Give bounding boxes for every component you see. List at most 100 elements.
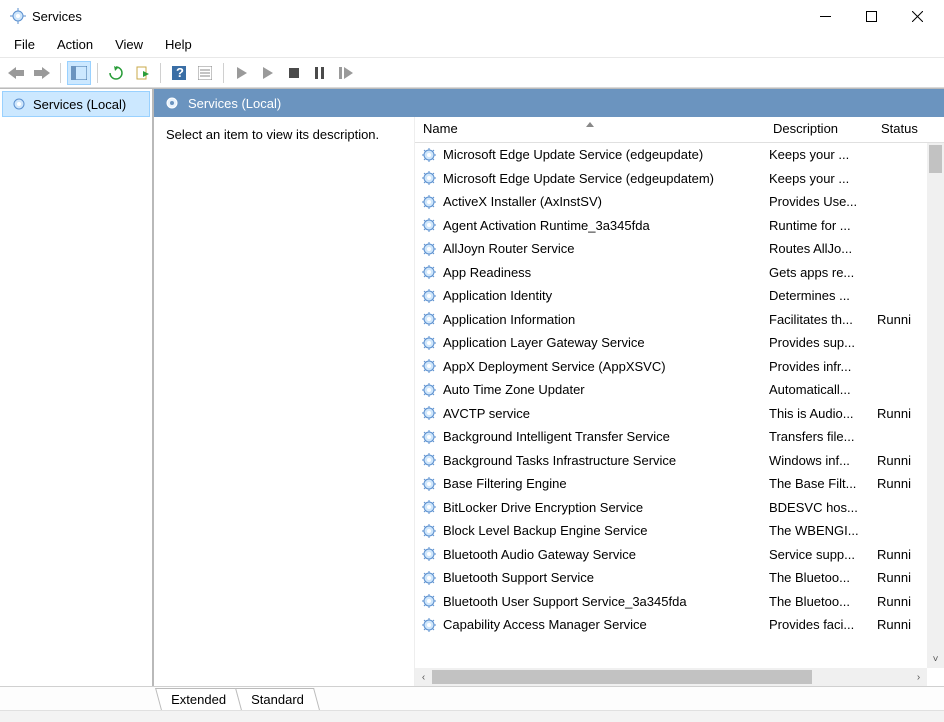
export-list-button[interactable]: [130, 61, 154, 85]
service-name: Background Tasks Infrastructure Service: [443, 453, 769, 468]
description-hint: Select an item to view its description.: [166, 127, 402, 142]
service-description: BDESVC hos...: [769, 500, 877, 515]
vertical-scrollbar[interactable]: ˄ ˅: [927, 143, 944, 668]
service-row[interactable]: Application Layer Gateway ServiceProvide…: [415, 331, 944, 355]
service-row[interactable]: App ReadinessGets apps re...: [415, 261, 944, 285]
service-description: Transfers file...: [769, 429, 877, 444]
tab-standard[interactable]: Standard: [235, 688, 320, 710]
help-button[interactable]: ?: [167, 61, 191, 85]
menu-help[interactable]: Help: [155, 34, 202, 55]
scroll-right-icon[interactable]: ›: [910, 668, 927, 686]
minimize-button[interactable]: [802, 0, 848, 32]
service-name: Microsoft Edge Update Service (edgeupdat…: [443, 147, 769, 162]
service-row[interactable]: AVCTP serviceThis is Audio...Runni: [415, 402, 944, 426]
content-header-label: Services (Local): [188, 96, 281, 111]
service-name: Bluetooth Support Service: [443, 570, 769, 585]
service-row[interactable]: Bluetooth Audio Gateway ServiceService s…: [415, 543, 944, 567]
service-description: Keeps your ...: [769, 147, 877, 162]
service-list: Name Description Status Microsoft Edge U…: [414, 117, 944, 686]
start-service-button[interactable]: [230, 61, 254, 85]
service-row[interactable]: Bluetooth Support ServiceThe Bluetoo...R…: [415, 566, 944, 590]
service-status: Runni: [877, 570, 927, 585]
service-row[interactable]: Base Filtering EngineThe Base Filt...Run…: [415, 472, 944, 496]
tab-extended[interactable]: Extended: [155, 688, 242, 710]
service-row[interactable]: Agent Activation Runtime_3a345fdaRuntime…: [415, 214, 944, 238]
service-name: Background Intelligent Transfer Service: [443, 429, 769, 444]
menu-view[interactable]: View: [105, 34, 153, 55]
properties-button[interactable]: [193, 61, 217, 85]
service-row[interactable]: BitLocker Drive Encryption ServiceBDESVC…: [415, 496, 944, 520]
service-row[interactable]: Auto Time Zone UpdaterAutomaticall...: [415, 378, 944, 402]
restart-service-button[interactable]: [334, 61, 358, 85]
service-name: Microsoft Edge Update Service (edgeupdat…: [443, 171, 769, 186]
scroll-thumb[interactable]: [432, 670, 812, 684]
gear-icon: [11, 96, 27, 112]
service-name: Base Filtering Engine: [443, 476, 769, 491]
view-tabs: Extended Standard: [0, 686, 944, 710]
service-description: Provides Use...: [769, 194, 877, 209]
stop-service-button[interactable]: [282, 61, 306, 85]
service-row[interactable]: AllJoyn Router ServiceRoutes AllJo...: [415, 237, 944, 261]
show-hide-tree-button[interactable]: [67, 61, 91, 85]
service-description: Runtime for ...: [769, 218, 877, 233]
service-row[interactable]: Block Level Backup Engine ServiceThe WBE…: [415, 519, 944, 543]
svg-text:?: ?: [176, 66, 184, 80]
forward-button[interactable]: [30, 61, 54, 85]
column-description[interactable]: Description: [765, 117, 873, 142]
gear-icon: [421, 452, 437, 468]
gear-icon: [421, 264, 437, 280]
scroll-down-icon[interactable]: ˅: [927, 651, 944, 668]
pause-service-button[interactable]: [308, 61, 332, 85]
service-row[interactable]: Application IdentityDetermines ...: [415, 284, 944, 308]
gear-icon: [421, 241, 437, 257]
service-status: Runni: [877, 312, 927, 327]
titlebar: Services: [0, 0, 944, 32]
gear-icon: [421, 499, 437, 515]
service-row[interactable]: ActiveX Installer (AxInstSV)Provides Use…: [415, 190, 944, 214]
refresh-button[interactable]: [104, 61, 128, 85]
gear-icon: [421, 194, 437, 210]
service-name: AllJoyn Router Service: [443, 241, 769, 256]
gear-icon: [421, 546, 437, 562]
service-name: Agent Activation Runtime_3a345fda: [443, 218, 769, 233]
gear-icon: [421, 217, 437, 233]
horizontal-scrollbar[interactable]: ‹ ›: [415, 668, 927, 686]
service-row[interactable]: Capability Access Manager ServiceProvide…: [415, 613, 944, 637]
gear-icon: [421, 288, 437, 304]
close-button[interactable]: [894, 0, 940, 32]
gear-icon: [421, 170, 437, 186]
gear-icon: [421, 570, 437, 586]
service-row[interactable]: Bluetooth User Support Service_3a345fdaT…: [415, 590, 944, 614]
service-row[interactable]: Background Tasks Infrastructure ServiceW…: [415, 449, 944, 473]
gear-icon: [421, 382, 437, 398]
column-name[interactable]: Name: [415, 117, 765, 142]
start-service-alt-button[interactable]: [256, 61, 280, 85]
back-button[interactable]: [4, 61, 28, 85]
service-row[interactable]: Background Intelligent Transfer ServiceT…: [415, 425, 944, 449]
service-description: The Bluetoo...: [769, 570, 877, 585]
column-status[interactable]: Status: [873, 117, 933, 142]
list-column-headers: Name Description Status: [415, 117, 944, 143]
service-row[interactable]: Microsoft Edge Update Service (edgeupdat…: [415, 143, 944, 167]
service-row[interactable]: AppX Deployment Service (AppXSVC)Provide…: [415, 355, 944, 379]
gear-icon: [421, 429, 437, 445]
maximize-button[interactable]: [848, 0, 894, 32]
gear-icon: [421, 593, 437, 609]
service-description: Windows inf...: [769, 453, 877, 468]
menu-file[interactable]: File: [4, 34, 45, 55]
nav-services-local[interactable]: Services (Local): [2, 91, 150, 117]
scroll-left-icon[interactable]: ‹: [415, 668, 432, 686]
service-row[interactable]: Microsoft Edge Update Service (edgeupdat…: [415, 167, 944, 191]
column-status-label: Status: [881, 121, 918, 136]
service-description: Routes AllJo...: [769, 241, 877, 256]
content-body: Select an item to view its description. …: [154, 117, 944, 686]
service-status: Runni: [877, 476, 927, 491]
scroll-thumb[interactable]: [929, 145, 942, 173]
menu-action[interactable]: Action: [47, 34, 103, 55]
description-pane: Select an item to view its description.: [154, 117, 414, 686]
sort-indicator-icon: [586, 117, 594, 130]
service-description: Facilitates th...: [769, 312, 877, 327]
service-row[interactable]: Application InformationFacilitates th...…: [415, 308, 944, 332]
service-name: Block Level Backup Engine Service: [443, 523, 769, 538]
column-description-label: Description: [773, 121, 838, 136]
